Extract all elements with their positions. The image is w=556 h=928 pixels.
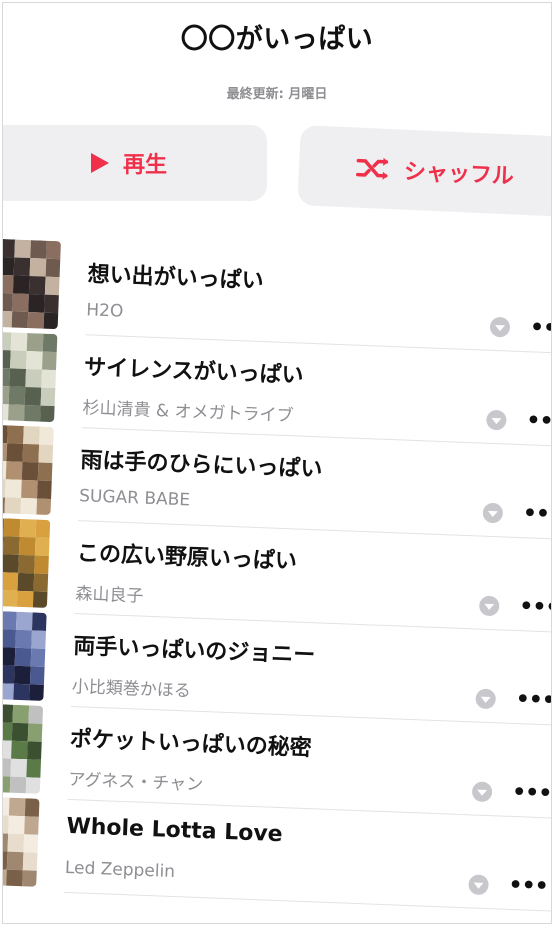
more-icon[interactable]: ••• xyxy=(526,408,551,434)
song-artist: アグネス・チャン xyxy=(67,769,204,796)
down-arrow-icon xyxy=(494,324,506,332)
more-icon[interactable]: ••• xyxy=(512,780,551,806)
song-list: 想い出がいっぱい H2O ••• サイレンスがいっぱい杉山清貴 & オメガトライブ ••… xyxy=(3,238,551,913)
more-icon[interactable]: ••• xyxy=(529,315,551,341)
page-title: 〇〇がいっぱい xyxy=(180,24,374,55)
down-arrow-icon xyxy=(491,417,502,425)
down-arrow-icon xyxy=(473,882,484,889)
more-icon[interactable]: ••• xyxy=(515,687,551,713)
song-artist: Led Zeppelin xyxy=(64,857,176,883)
screenshot-frame: 〇〇がいっぱい 最終更新: 月曜日 再生 シャッフル 想い出がいっぱい H2O ••… xyxy=(2,2,552,924)
song-title: Whole Lotta Love xyxy=(66,813,284,848)
song-title: この広い野原いっぱい xyxy=(76,541,298,575)
album-art xyxy=(3,424,54,516)
download-icon[interactable] xyxy=(475,688,497,710)
down-arrow-icon xyxy=(487,510,498,518)
song-title: ポケットいっぱいの秘密 xyxy=(69,726,313,762)
down-arrow-icon xyxy=(476,789,488,796)
play-label: 再生 xyxy=(122,153,167,178)
album-art xyxy=(3,238,61,330)
more-icon[interactable]: ••• xyxy=(522,501,551,527)
song-artist: 森山良子 xyxy=(75,584,144,607)
download-icon[interactable] xyxy=(489,316,511,338)
song-artist: 杉山清貴 & オメガトライブ xyxy=(82,398,294,427)
download-icon[interactable] xyxy=(482,502,504,524)
song-artist: SUGAR BABE xyxy=(78,486,191,511)
down-arrow-icon xyxy=(480,696,491,704)
shuffle-label: シャッフル xyxy=(403,159,515,190)
song-title: 両手いっぱいのジョニー xyxy=(72,634,316,669)
download-icon[interactable] xyxy=(468,874,489,896)
more-icon[interactable]: ••• xyxy=(519,594,551,620)
download-icon[interactable] xyxy=(478,595,500,617)
album-art xyxy=(3,611,47,701)
play-icon xyxy=(90,153,109,173)
last-updated: 最終更新: 月曜日 xyxy=(226,87,328,102)
album-art xyxy=(3,704,44,794)
more-icon[interactable]: ••• xyxy=(508,873,548,899)
song-title: 雨は手のひらにいっぱい xyxy=(80,448,323,483)
down-arrow-icon xyxy=(484,603,495,611)
song-title: 想い出がいっぱい xyxy=(87,262,265,295)
song-artist: 小比類巻かほる xyxy=(71,676,192,702)
play-button[interactable]: 再生 xyxy=(3,125,267,201)
download-icon[interactable] xyxy=(471,781,493,803)
download-icon[interactable] xyxy=(486,409,507,431)
row-divider xyxy=(63,891,551,913)
song-artist: H2O xyxy=(85,300,124,322)
shuffle-button[interactable]: シャッフル xyxy=(297,125,551,217)
album-art xyxy=(3,517,51,608)
album-art xyxy=(3,331,58,423)
shuffle-icon xyxy=(356,157,389,180)
song-title: サイレンスがいっぱい xyxy=(83,355,304,389)
album-art xyxy=(3,796,40,887)
